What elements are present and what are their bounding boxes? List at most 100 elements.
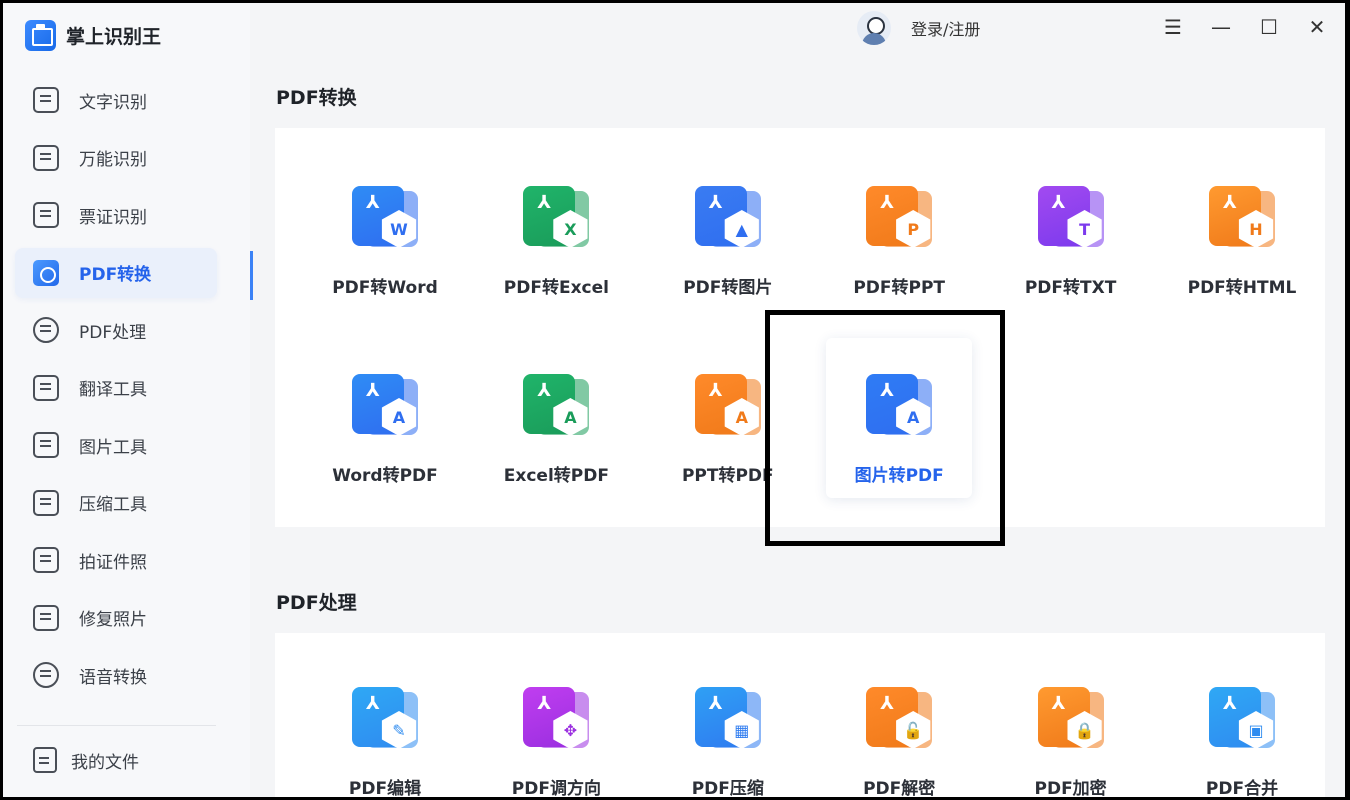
tool-tile[interactable]: ⅄ ▦ PDF压缩 (655, 651, 801, 797)
tool-label: PDF调方向 (511, 779, 601, 797)
pdf-tool-icon: ⅄ P (866, 186, 933, 252)
tool-tile[interactable]: ⅄ X PDF转Excel (483, 150, 629, 310)
sidebar-item-label: 翻译工具 (79, 380, 147, 400)
image-tools-icon (33, 432, 59, 458)
tool-label: 图片转PDF (854, 466, 944, 486)
minimize-icon[interactable]: — (1207, 13, 1235, 41)
my-files-icon (33, 747, 57, 773)
pdf-tool-icon: ⅄ 🔒 (1037, 687, 1104, 753)
sidebar-item-pdf-convert[interactable]: PDF转换 (15, 247, 217, 298)
sidebar-item-translate[interactable]: 翻译工具 (15, 363, 217, 413)
sidebar-item-my-files[interactable]: 我的文件 (33, 745, 139, 775)
pdf-tool-icon: ⅄ 🔓 (866, 687, 933, 753)
pdf-convert-icon (33, 259, 59, 286)
tool-label: PDF压缩 (691, 779, 764, 797)
sidebar-item-ticket-recognition[interactable]: 票证识别 (15, 190, 217, 240)
close-icon[interactable]: ✕ (1303, 13, 1331, 41)
tool-label: PDF转HTML (1187, 278, 1297, 298)
sidebar-item-label: 我的文件 (71, 752, 139, 773)
compress-icon (33, 489, 59, 516)
app-logo-icon (25, 19, 56, 51)
active-indicator (250, 251, 253, 300)
sidebar-item-label: PDF处理 (79, 322, 147, 343)
translate-icon (33, 374, 59, 401)
pdf-tool-icon: ⅄ H (1209, 186, 1275, 252)
sidebar-item-label: 语音转换 (79, 667, 147, 688)
sidebar-item-label: 票证识别 (79, 207, 147, 228)
tool-label: PDF解密 (863, 779, 936, 797)
sidebar-item-pdf-process[interactable]: PDF处理 (15, 305, 217, 355)
ticket-recognition-icon (33, 202, 59, 228)
tool-label: PDF转图片 (683, 278, 773, 298)
sidebar-item-label: 文字识别 (79, 92, 147, 113)
tool-tile[interactable]: ⅄ A 图片转PDF (826, 338, 973, 498)
pdf-tool-icon: ⅄ A (694, 374, 761, 440)
convert-panel: ⅄ W PDF转Word ⅄ X PDF转Excel ⅄ ▲ PDF转图片 ⅄ P PDF转PPT ⅄ T… (275, 128, 1325, 527)
sidebar-item-compress[interactable]: 压缩工具 (15, 478, 217, 528)
pdf-tool-icon: ⅄ ▣ (1209, 687, 1275, 753)
tool-label: PDF转Excel (503, 278, 609, 298)
pdf-tool-icon: ⅄ ▦ (694, 687, 761, 753)
tool-tile[interactable]: ⅄ ▣ PDF合并 (1169, 651, 1315, 797)
tool-tile[interactable]: ⅄ 🔓 PDF解密 (826, 651, 972, 797)
tool-label: PDF转Word (332, 278, 438, 298)
title-bar: 登录/注册 ☰ — ☐ ✕ (253, 3, 1345, 55)
sidebar-item-label: 修复照片 (79, 610, 147, 630)
tool-tile[interactable]: ⅄ H PDF转HTML (1169, 150, 1315, 310)
pdf-tool-icon: ⅄ A (523, 374, 590, 440)
section-title-convert: PDF转换 (276, 87, 357, 109)
maximize-icon[interactable]: ☐ (1255, 13, 1283, 41)
tool-tile[interactable]: ⅄ ✎ PDF编辑 (312, 651, 458, 797)
sidebar-divider (17, 725, 216, 726)
tool-label: PPT转PDF (681, 466, 774, 486)
sidebar-item-label: 图片工具 (79, 437, 147, 458)
sidebar-item-label: PDF转换 (79, 265, 152, 285)
tool-label: PDF转TXT (1024, 278, 1117, 298)
brand: 掌上识别王 (25, 19, 161, 51)
tool-label: PDF编辑 (348, 779, 422, 797)
process-panel: ⅄ ✎ PDF编辑 ⅄ ✥ PDF调方向 ⅄ ▦ PDF压缩 ⅄ 🔓 PDF解密 ⅄ 🔒 PDF加密 ⅄ ▣ PD… (275, 633, 1325, 797)
sidebar-nav: 文字识别万能识别票证识别 PDF转换 PDF处理翻译工具图片工具压缩工具拍证件照修复… (15, 75, 217, 708)
pdf-tool-icon: ⅄ ▲ (694, 186, 761, 252)
voice-convert-icon (33, 662, 59, 688)
text-recognition-icon (33, 87, 59, 113)
section-title-process: PDF处理 (276, 592, 357, 614)
tool-tile[interactable]: ⅄ ✥ PDF调方向 (483, 651, 629, 797)
sidebar-item-image-tools[interactable]: 图片工具 (15, 420, 217, 470)
sidebar-item-universal-recognition[interactable]: 万能识别 (15, 133, 217, 183)
app-window: 掌上识别王 文字识别 万能识别 票证识别 PDF转换 PDF处理 翻译工具 图片工具 压缩工具… (3, 3, 1345, 797)
sidebar-item-photo-repair[interactable]: 修复照片 (15, 593, 217, 643)
pdf-process-icon (33, 317, 59, 343)
tool-tile[interactable]: ⅄ T PDF转TXT (998, 150, 1144, 310)
login-label: 登录/注册 (911, 20, 981, 39)
universal-recognition-icon (33, 144, 59, 171)
tool-tile[interactable]: ⅄ A Word转PDF (312, 338, 458, 498)
id-photo-icon (33, 547, 59, 573)
sidebar-item-label: 压缩工具 (79, 495, 147, 515)
pdf-tool-icon: ⅄ ✎ (352, 687, 418, 753)
sidebar-item-label: 拍证件照 (79, 552, 147, 573)
tool-tile[interactable]: ⅄ 🔒 PDF加密 (998, 651, 1144, 797)
tool-label: PDF加密 (1034, 779, 1107, 797)
tool-tile[interactable]: ⅄ A Excel转PDF (483, 338, 629, 498)
pdf-tool-icon: ⅄ A (866, 374, 933, 440)
tool-label: PDF合并 (1205, 779, 1279, 797)
tool-label: Word转PDF (332, 466, 438, 486)
tool-label: PDF转PPT (853, 278, 946, 298)
sidebar-item-label: 万能识别 (79, 150, 147, 170)
sidebar: 掌上识别王 文字识别万能识别票证识别 PDF转换 PDF处理翻译工具图片工具压缩工具… (3, 3, 250, 797)
menu-icon[interactable]: ☰ (1159, 13, 1187, 41)
photo-repair-icon (33, 604, 59, 631)
tool-tile[interactable]: ⅄ A PPT转PDF (655, 338, 801, 498)
pdf-tool-icon: ⅄ X (523, 186, 590, 252)
pdf-tool-icon: ⅄ T (1037, 186, 1104, 252)
tool-tile[interactable]: ⅄ W PDF转Word (312, 150, 458, 310)
sidebar-item-voice-convert[interactable]: 语音转换 (15, 650, 217, 700)
login-button[interactable]: 登录/注册 (857, 11, 980, 45)
sidebar-item-text-recognition[interactable]: 文字识别 (15, 75, 217, 125)
tool-tile[interactable]: ⅄ ▲ PDF转图片 (655, 150, 801, 310)
tool-label: Excel转PDF (503, 466, 609, 486)
avatar-icon (857, 11, 891, 45)
sidebar-item-id-photo[interactable]: 拍证件照 (15, 535, 217, 585)
tool-tile[interactable]: ⅄ P PDF转PPT (826, 150, 972, 310)
